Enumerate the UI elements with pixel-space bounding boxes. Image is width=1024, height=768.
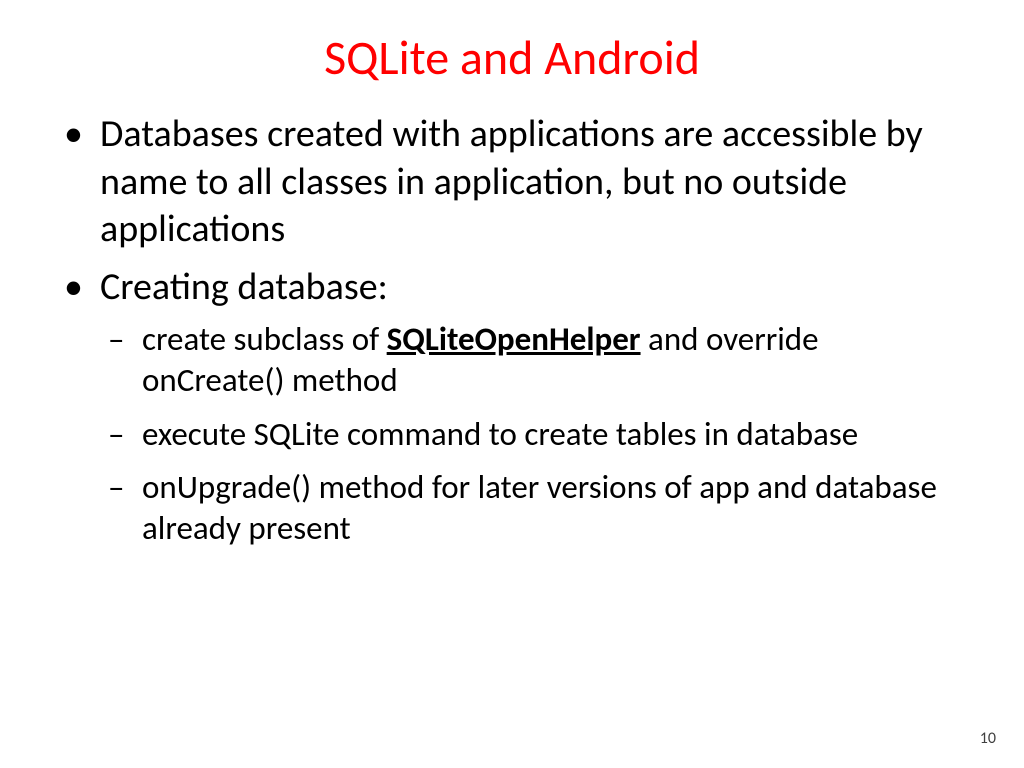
bullet-list: Databases created with applications are … (60, 111, 964, 549)
sub-bullet-item: execute SQLite command to create tables … (142, 414, 964, 455)
text-fragment: create subclass of (142, 319, 387, 359)
bullet-item: Databases created with applications are … (100, 111, 964, 254)
sub-bullet-item: create subclass of SQLiteOpenHelper and … (142, 319, 964, 402)
bullet-item: Creating database: create subclass of SQ… (100, 264, 964, 550)
slide-title: SQLite and Android (60, 28, 964, 87)
text-bold-underline: SQLiteOpenHelper (387, 319, 641, 359)
sub-bullet-list: create subclass of SQLiteOpenHelper and … (100, 319, 964, 549)
bullet-text: Creating database: (100, 264, 388, 310)
slide: SQLite and Android Databases created wit… (0, 0, 1024, 768)
page-number: 10 (980, 729, 996, 748)
sub-bullet-item: onUpgrade() method for later versions of… (142, 467, 964, 550)
